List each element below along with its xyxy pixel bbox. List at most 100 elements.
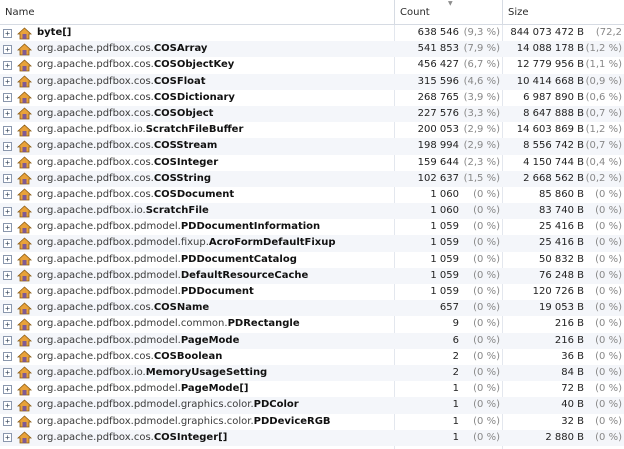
table-row[interactable]: + org.apache.pdfbox.cos.COSStream 198 99…	[0, 138, 624, 155]
table-row[interactable]: + org.apache.pdfbox.io.ScratchFile 1 060…	[0, 203, 624, 220]
instance-count-percent: (0 %)	[473, 383, 500, 395]
table-row[interactable]: + org.apache.pdfbox.pdmodel.graphics.col…	[0, 414, 624, 430]
simple-class-name: PDDocument	[180, 286, 254, 297]
instance-count-percent: (0 %)	[473, 269, 500, 281]
expand-icon[interactable]: +	[3, 368, 12, 378]
retained-size-percent: (0 %)	[595, 334, 622, 346]
table-row[interactable]: + org.apache.pdfbox.io.MemoryUsageSettin…	[0, 364, 624, 382]
table-row[interactable]: + org.apache.pdfbox.pdmodel.graphics.col…	[0, 397, 624, 414]
class-icon	[17, 415, 32, 428]
table-row[interactable]: + org.apache.pdfbox.pdmodel.PDDocument 1…	[0, 284, 624, 300]
retained-size: 40 B	[561, 399, 584, 411]
instance-count-percent: (6,7 %)	[463, 59, 500, 71]
table-row[interactable]: + org.apache.pdfbox.pdmodel.PageMode 6 (…	[0, 332, 624, 349]
simple-class-name: COSObject	[153, 107, 214, 119]
table-row[interactable]: + org.apache.pdfbox.cos.COSInteger[] 1 (…	[0, 429, 624, 446]
table-body: + byte[] 638 546 (9,3 %) 844 073 472 B (…	[0, 25, 624, 446]
instance-count: 2	[452, 366, 459, 378]
class-icon	[17, 124, 32, 137]
retained-size-percent: (0 %)	[595, 221, 622, 233]
class-icon	[17, 399, 32, 412]
expand-icon[interactable]: +	[3, 158, 12, 167]
expand-icon[interactable]: +	[3, 28, 12, 38]
expand-icon[interactable]: +	[3, 336, 12, 346]
table-row[interactable]: + byte[] 638 546 (9,3 %) 844 073 472 B (…	[0, 25, 624, 54]
instance-count: 227 576	[417, 107, 459, 119]
table-row[interactable]: + org.apache.pdfbox.cos.COSObjectKey 456…	[0, 57, 624, 73]
expand-icon[interactable]: +	[3, 287, 12, 297]
package-name: org.apache.pdfbox.pdmodel.graphics.color…	[37, 415, 254, 427]
table-row[interactable]: + org.apache.pdfbox.cos.COSString 102 63…	[0, 170, 624, 187]
expand-icon[interactable]: +	[3, 303, 12, 313]
class-name: byte[]	[37, 25, 71, 41]
retained-size: 4 150 744 B	[523, 156, 584, 168]
retained-size-percent: (1,2 %)	[585, 124, 622, 136]
expand-icon[interactable]: +	[3, 190, 12, 200]
retained-size-percent: (1,1 %)	[585, 59, 622, 71]
expand-icon[interactable]: +	[3, 222, 12, 232]
instance-count: 6	[452, 334, 459, 346]
table-row[interactable]: + org.apache.pdfbox.cos.COSInteger 159 6…	[0, 155, 624, 171]
table-row[interactable]: + org.apache.pdfbox.pdmodel.common.PDRec…	[0, 316, 624, 332]
retained-size: 2 880 B	[545, 431, 584, 443]
package-name: org.apache.pdfbox.cos.	[37, 156, 154, 168]
table-row[interactable]: + org.apache.pdfbox.cos.COSBoolean 2 (0 …	[0, 349, 624, 365]
expand-icon[interactable]: +	[3, 238, 12, 248]
package-name: org.apache.pdfbox.cos.	[37, 188, 154, 200]
table-row[interactable]: + org.apache.pdfbox.cos.COSArray 541 853…	[0, 41, 624, 58]
expand-icon[interactable]: +	[3, 319, 12, 329]
class-name: org.apache.pdfbox.cos.COSObject	[37, 106, 213, 122]
expand-icon[interactable]: +	[3, 174, 12, 184]
instance-count-percent: (2,3 %)	[463, 156, 500, 168]
table-row[interactable]: + org.apache.pdfbox.pdmodel.DefaultResou…	[0, 267, 624, 284]
instance-count: 1 059	[430, 269, 459, 281]
expand-icon[interactable]: +	[3, 255, 12, 265]
expand-icon[interactable]: +	[3, 93, 12, 103]
expand-icon[interactable]: +	[3, 352, 12, 362]
expand-icon[interactable]: +	[3, 206, 12, 216]
expand-icon[interactable]: +	[3, 271, 12, 281]
table-row[interactable]: + org.apache.pdfbox.cos.COSDocument 1 06…	[0, 187, 624, 203]
package-name: org.apache.pdfbox.io.	[37, 124, 146, 136]
simple-class-name: COSInteger[]	[153, 431, 228, 443]
class-icon	[17, 383, 32, 396]
instance-count: 1	[452, 383, 459, 395]
retained-size: 6 987 890 B	[523, 91, 584, 103]
table-row[interactable]: + org.apache.pdfbox.pdmodel.PDDocumentIn…	[0, 219, 624, 235]
table-row[interactable]: + org.apache.pdfbox.io.ScratchFileBuffer…	[0, 122, 624, 138]
class-icon	[17, 334, 32, 347]
expand-icon[interactable]: +	[3, 433, 12, 443]
simple-class-name: byte[]	[37, 27, 72, 38]
class-name: org.apache.pdfbox.cos.COSName	[37, 300, 209, 316]
expand-icon[interactable]: +	[3, 141, 12, 151]
package-name: org.apache.pdfbox.cos.	[37, 75, 154, 87]
simple-class-name: PDDocumentInformation	[180, 221, 321, 233]
table-row[interactable]: + org.apache.pdfbox.cos.COSDictionary 26…	[0, 90, 624, 106]
table-row[interactable]: + org.apache.pdfbox.pdmodel.fixup.AcroFo…	[0, 235, 624, 252]
simple-class-name: PDDocumentCatalog	[180, 253, 297, 265]
expand-icon[interactable]: +	[3, 417, 12, 426]
expand-icon[interactable]: +	[3, 400, 12, 410]
table-row[interactable]: + org.apache.pdfbox.cos.COSName 657 (0 %…	[0, 300, 624, 317]
expand-icon[interactable]: +	[3, 125, 12, 135]
expand-icon[interactable]: +	[3, 44, 12, 54]
table-row[interactable]: + org.apache.pdfbox.pdmodel.PDDocumentCa…	[0, 252, 624, 268]
expand-icon[interactable]: +	[3, 77, 12, 87]
column-header-name[interactable]: Name	[0, 0, 394, 25]
table-row[interactable]: + org.apache.pdfbox.cos.COSFloat 315 596…	[0, 73, 624, 90]
expand-icon[interactable]: +	[3, 384, 12, 394]
table-row[interactable]: + org.apache.pdfbox.cos.COSObject 227 57…	[0, 105, 624, 123]
class-name: org.apache.pdfbox.cos.COSStream	[37, 138, 217, 154]
class-name: org.apache.pdfbox.cos.COSString	[37, 171, 211, 187]
simple-class-name: COSDictionary	[153, 91, 235, 103]
retained-size-percent: (0,2 %)	[585, 172, 622, 184]
retained-size: 216 B	[554, 318, 584, 330]
class-icon	[17, 269, 32, 282]
column-header-size[interactable]: Size	[502, 0, 624, 25]
table-row[interactable]: + org.apache.pdfbox.pdmodel.PageMode[] 1…	[0, 381, 624, 397]
expand-icon[interactable]: +	[3, 109, 12, 119]
instance-count-percent: (0 %)	[473, 302, 500, 314]
simple-class-name: PDColor	[253, 399, 299, 411]
expand-icon[interactable]: +	[3, 60, 12, 70]
package-name: org.apache.pdfbox.cos.	[37, 302, 154, 314]
